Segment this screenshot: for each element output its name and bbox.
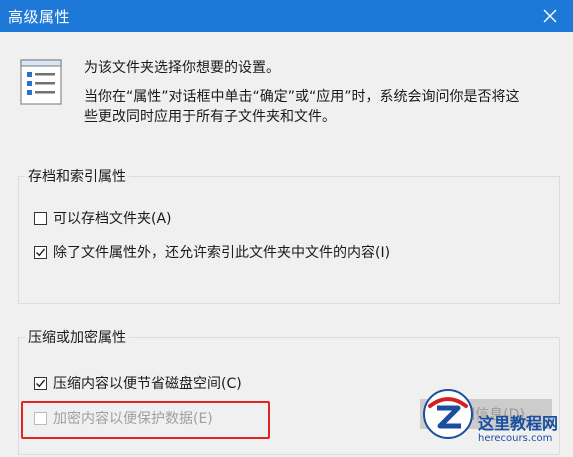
intro-line-3: 些更改同时应用于所有子文件夹和文件。 — [84, 109, 336, 125]
title-bar: 高级属性 — [0, 0, 573, 32]
compress-group-label: 压缩或加密属性 — [25, 327, 129, 347]
archive-checkbox-row[interactable]: 可以存档文件夹(A) — [34, 208, 172, 228]
checkmark-icon — [36, 248, 46, 256]
index-checkbox[interactable] — [34, 245, 47, 259]
index-checkbox-row[interactable]: 除了文件属性外，还允许索引此文件夹中文件的内容(I) — [34, 242, 390, 262]
archive-checkbox[interactable] — [34, 211, 47, 225]
checkmark-icon — [36, 379, 46, 387]
close-icon — [543, 9, 557, 23]
archive-group-label: 存档和索引属性 — [25, 166, 129, 186]
intro-line-2: 当你在“属性”对话框中单击“确定”或“应用”时，系统会询问你是否将这 — [84, 89, 520, 105]
index-checkbox-label: 除了文件属性外，还允许索引此文件夹中文件的内容(I) — [53, 245, 391, 261]
archive-checkbox-label: 可以存档文件夹(A) — [53, 211, 172, 227]
watermark-url: herecours.com — [478, 433, 553, 444]
window-title: 高级属性 — [8, 8, 71, 26]
compress-checkbox-label: 压缩内容以便节省磁盘空间(C) — [53, 376, 242, 392]
red-highlight-box — [21, 401, 270, 439]
intro-line-1: 为该文件夹选择你想要的设置。 — [84, 60, 280, 76]
dialog-body: 为该文件夹选择你想要的设置。 当你在“属性”对话框中单击“确定”或“应用”时，系… — [2, 32, 571, 457]
watermark-logo-icon — [423, 389, 473, 439]
watermark-name: 这里教程网 — [478, 414, 559, 433]
folder-properties-icon — [20, 59, 62, 105]
compress-checkbox-row[interactable]: 压缩内容以便节省磁盘空间(C) — [34, 373, 242, 393]
compress-checkbox[interactable] — [34, 376, 47, 390]
close-button[interactable] — [527, 0, 573, 32]
archive-index-group: 存档和索引属性 — [18, 166, 560, 304]
